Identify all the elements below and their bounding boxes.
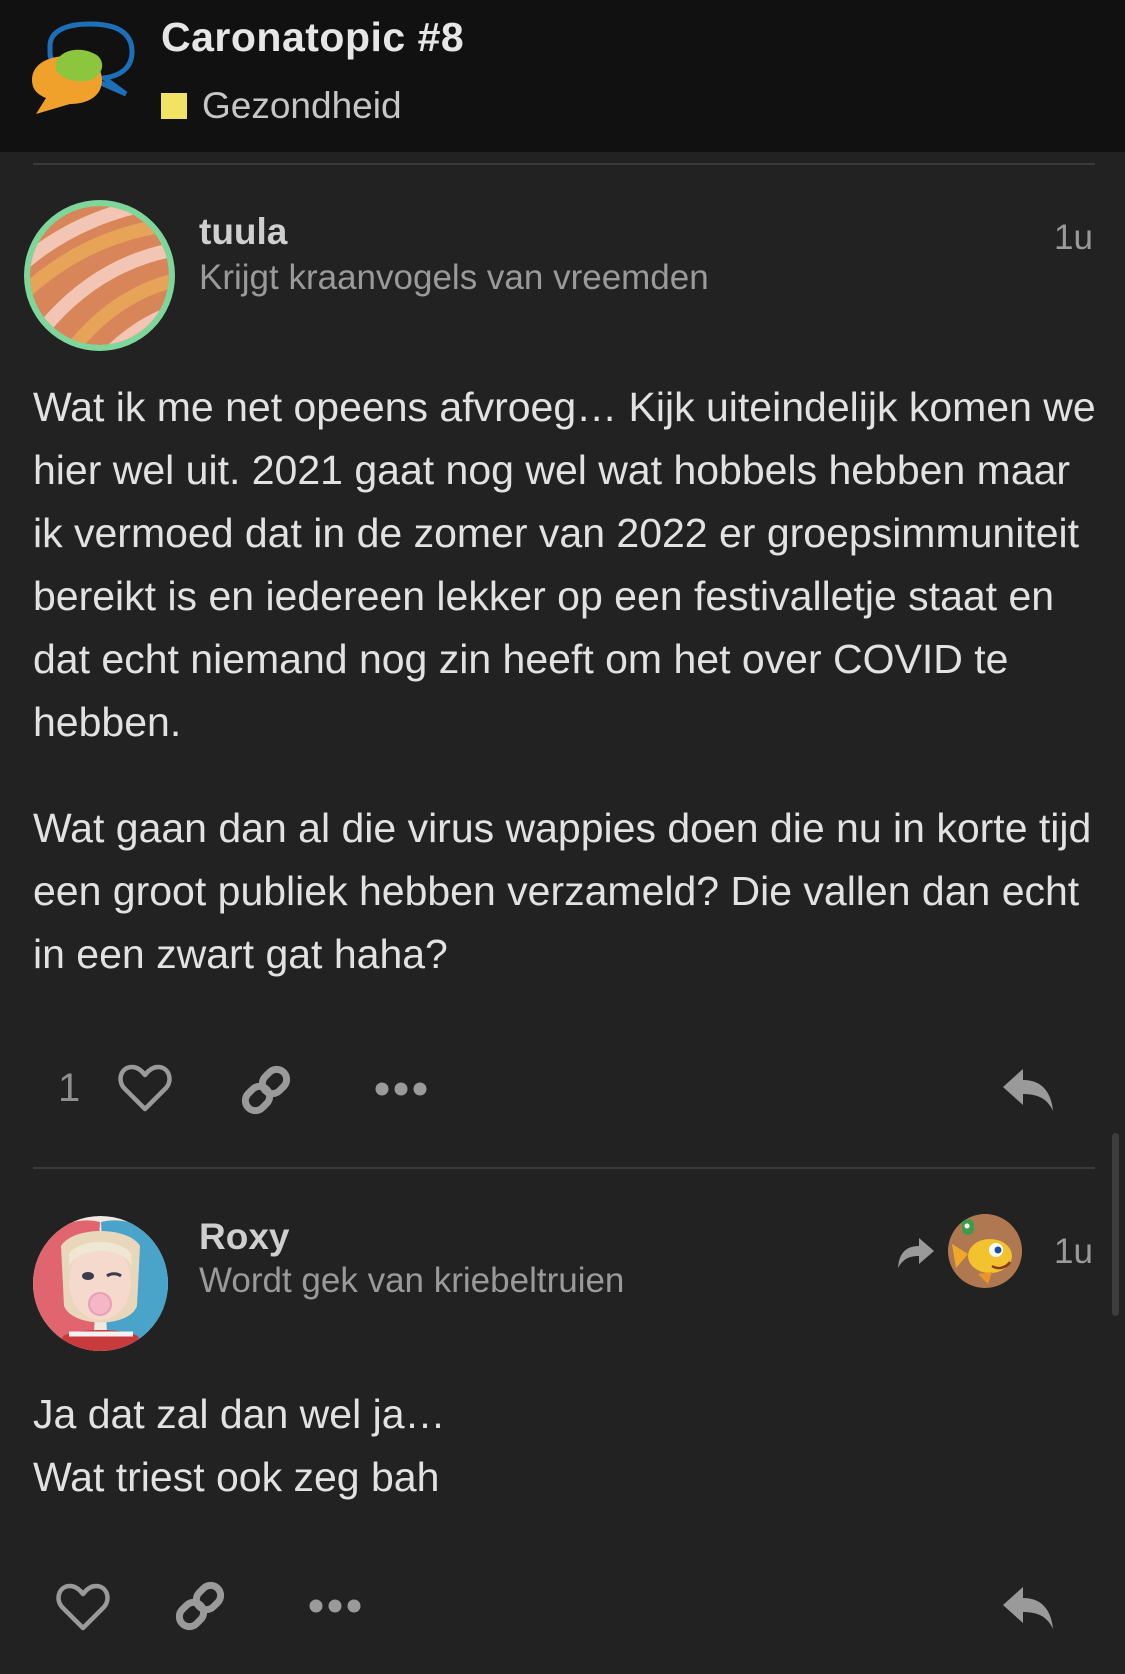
topic-title[interactable]: Caronatopic #8 [161,14,464,61]
post-paragraph: Wat gaan dan al die virus wappies doen d… [33,805,1092,977]
share-link-button[interactable] [172,1578,228,1634]
scrollbar[interactable] [1112,1133,1119,1316]
ellipsis-icon [309,1599,361,1613]
post-body: Ja dat zal dan wel ja… Wat triest ook ze… [33,1383,1103,1509]
reply-button[interactable] [1000,1064,1056,1114]
site-logo-icon[interactable] [28,18,143,123]
reply-icon [1003,1587,1053,1629]
username[interactable]: Roxy [199,1216,289,1258]
avatar[interactable] [24,200,175,351]
reply-button[interactable] [1000,1582,1056,1632]
username[interactable]: tuula [199,211,287,253]
post-paragraph: Ja dat zal dan wel ja… [33,1391,446,1437]
share-link-button[interactable] [238,1062,294,1118]
avatar[interactable] [33,1216,168,1351]
user-title: Krijgt kraanvogels van vreemden [199,258,709,297]
heart-icon [56,1583,110,1631]
heart-icon [118,1064,172,1112]
reply-icon [1003,1069,1053,1111]
category-badge[interactable]: Gezondheid [161,84,402,128]
link-icon [241,1065,291,1115]
share-arrow-icon [898,1238,934,1268]
ellipsis-icon [375,1082,427,1096]
reply-to-avatar[interactable] [948,1214,1022,1288]
post-divider [33,163,1095,165]
like-button[interactable] [116,1061,174,1115]
like-button[interactable] [54,1580,112,1634]
striped-avatar-icon [30,206,169,345]
harley-quinn-avatar-icon [33,1216,168,1351]
post-paragraph: Wat ik me net opeens afvroeg… Kijk uitei… [33,384,1096,745]
cartoon-fish-avatar-icon [948,1214,1022,1288]
post-age[interactable]: 1u [1054,1232,1093,1272]
more-actions-button[interactable] [374,1070,428,1108]
post-age[interactable]: 1u [1054,218,1093,258]
user-title: Wordt gek van kriebeltruien [199,1261,625,1300]
category-label: Gezondheid [202,85,402,126]
topic-header: Caronatopic #8 Gezondheid [0,0,1125,152]
post-divider [33,1167,1095,1169]
reply-to-indicator[interactable] [896,1234,936,1272]
like-count[interactable]: 1 [58,1066,80,1111]
link-icon [175,1581,225,1631]
post-paragraph: Wat triest ook zeg bah [33,1454,440,1500]
more-actions-button[interactable] [308,1587,362,1625]
post-body: Wat ik me net opeens afvroeg… Kijk uitei… [33,376,1103,986]
category-color-square [161,93,187,119]
